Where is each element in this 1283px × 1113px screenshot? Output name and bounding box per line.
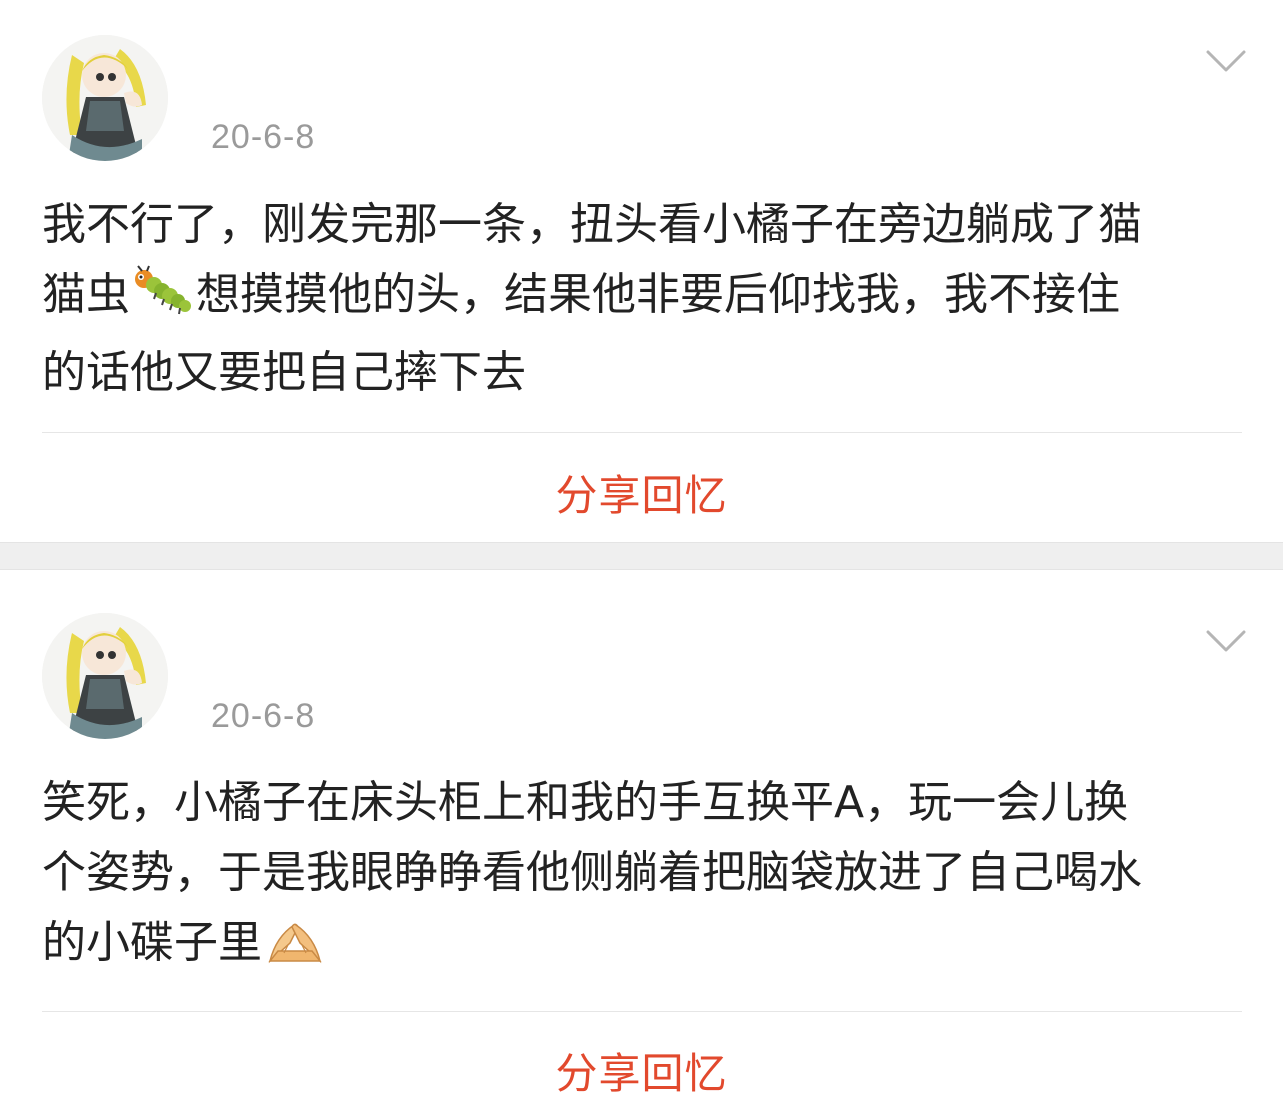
post-content: 我不行了，刚发完那一条，扭头看小橘子在旁边躺成了猫 猫虫 想摸摸他的头，结果他非… [42, 190, 1242, 408]
chevron-down-icon[interactable] [1204, 46, 1248, 76]
post-text-fragment: 的小碟子里 [42, 917, 262, 968]
share-memory-button[interactable]: 分享回忆 [0, 462, 1283, 523]
post-date: 20-6-8 [211, 697, 316, 735]
post-card: 20-6-8 笑死，小橘子在床头柜上和我的手互换平A，玩一会儿换 个姿势，于是我… [0, 570, 1283, 1113]
post-separator [0, 542, 1283, 570]
divider [42, 1011, 1242, 1012]
post-text-line: 笑死，小橘子在床头柜上和我的手互换平A，玩一会儿换 [42, 777, 1129, 828]
post-text-line: 的话他又要把自己摔下去 [42, 347, 526, 398]
post-text-line: 猫虫 想摸摸他的头，结果他非要后仰找我，我不接住 [42, 260, 1242, 338]
post-content: 笑死，小橘子在床头柜上和我的手互换平A，玩一会儿换 个姿势，于是我眼睁睁看他侧躺… [42, 768, 1242, 986]
divider [42, 432, 1242, 433]
caterpillar-emoji-icon [134, 265, 192, 338]
avatar[interactable] [42, 35, 168, 161]
memory-feed: 20-6-8 我不行了，刚发完那一条，扭头看小橘子在旁边躺成了猫 猫虫 想摸摸他… [0, 0, 1283, 1113]
post-card: 20-6-8 我不行了，刚发完那一条，扭头看小橘子在旁边躺成了猫 猫虫 想摸摸他… [0, 0, 1283, 542]
chevron-down-icon[interactable] [1204, 626, 1248, 656]
handshake-emoji-icon [266, 916, 324, 986]
post-text-line: 我不行了，刚发完那一条，扭头看小橘子在旁边躺成了猫 [42, 199, 1142, 250]
avatar-image [42, 35, 168, 161]
post-date: 20-6-8 [211, 118, 316, 156]
share-memory-button[interactable]: 分享回忆 [0, 1040, 1283, 1101]
avatar[interactable] [42, 613, 168, 739]
post-text-fragment: 猫虫 [42, 269, 130, 320]
post-text-fragment: 想摸摸他的头，结果他非要后仰找我，我不接住 [196, 269, 1120, 320]
post-text-line: 个姿势，于是我眼睁睁看他侧躺着把脑袋放进了自己喝水 [42, 847, 1142, 898]
avatar-image [42, 613, 168, 739]
post-text-line: 的小碟子里 [42, 908, 1242, 986]
